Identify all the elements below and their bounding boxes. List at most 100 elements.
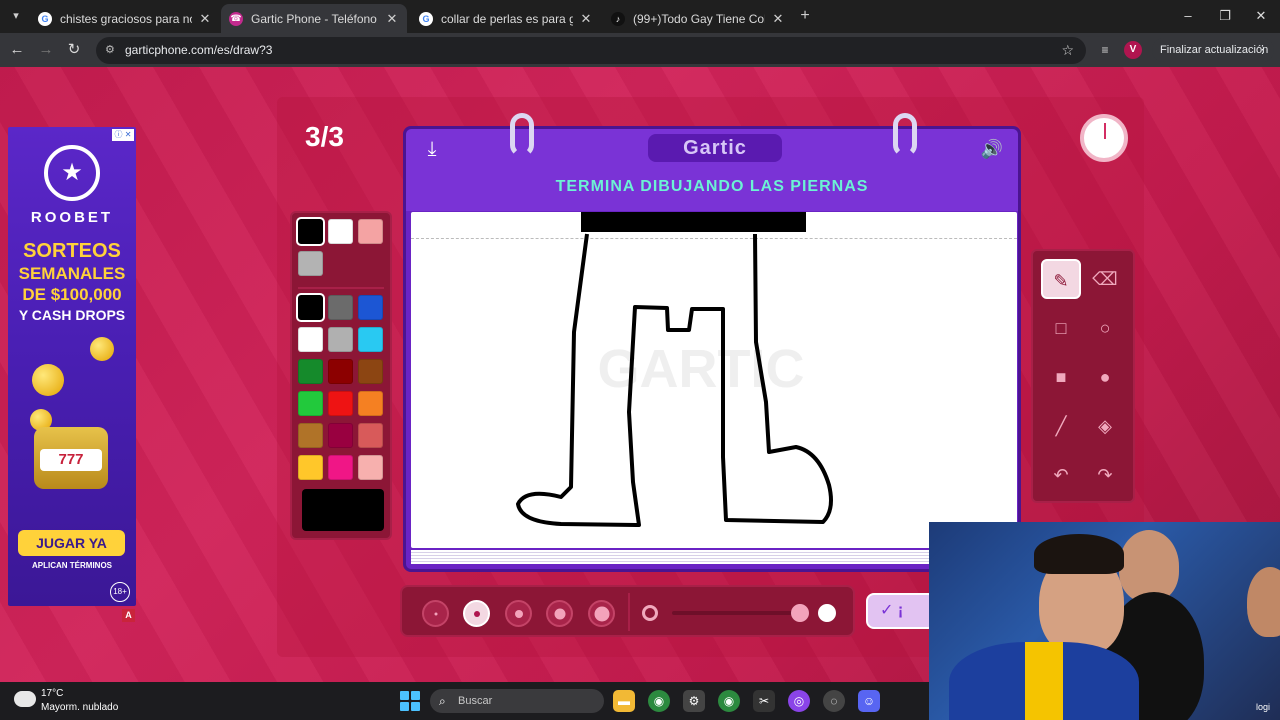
restore-icon[interactable]: ❐	[1210, 4, 1240, 28]
browser-toolbar: ← → ↻ ⚙ garticphone.com/es/draw?3 ☆ ≡ V …	[0, 33, 1280, 67]
menu-dots-icon[interactable]: ⋮	[1257, 38, 1268, 62]
color-swatch[interactable]	[358, 359, 383, 384]
square-fill-icon[interactable]: ■	[1041, 357, 1081, 397]
ad-cta-button[interactable]: JUGAR YA	[18, 530, 125, 556]
site-info-icon[interactable]: ⚙	[105, 37, 115, 64]
color-swatch[interactable]	[298, 423, 323, 448]
torso-stroke	[581, 212, 806, 232]
obs-icon[interactable]: ◎	[788, 690, 810, 712]
color-swatch[interactable]	[328, 455, 353, 480]
windows-start-icon[interactable]	[400, 691, 420, 711]
forward-icon[interactable]: →	[35, 39, 57, 61]
color-swatch[interactable]	[328, 423, 353, 448]
done-button[interactable]: ✓ ¡	[866, 593, 936, 629]
bucket-icon[interactable]: ◈	[1085, 406, 1125, 446]
redo-icon[interactable]: ↷	[1085, 455, 1125, 495]
notebook-header: ⤓ Gartic 🔊 TERMINA DIBUJANDO LAS PIERNAS	[406, 129, 1018, 211]
taskbar-search[interactable]: ⌕ Buscar	[430, 689, 604, 713]
color-swatch[interactable]	[328, 391, 353, 416]
undo-icon[interactable]: ↶	[1041, 455, 1081, 495]
ad-banner[interactable]: ⓘ ✕ ROOBET SORTEOS SEMANALES DE $100,000…	[8, 127, 136, 606]
color-swatch[interactable]	[328, 327, 353, 352]
color-swatch[interactable]	[358, 391, 383, 416]
address-bar[interactable]: ⚙ garticphone.com/es/draw?3 ☆	[96, 37, 1086, 64]
gartic-icon: ☎	[229, 11, 243, 26]
brush-size-1[interactable]	[422, 600, 449, 627]
chrome-icon[interactable]: ◉	[718, 690, 740, 712]
color-swatch[interactable]	[296, 217, 325, 246]
coin-icon	[32, 364, 64, 396]
tab-gartic[interactable]: ☎ Gartic Phone - Teléfono Descon ✕	[221, 4, 407, 33]
settings-icon[interactable]: ⚙	[683, 690, 705, 712]
color-swatch[interactable]	[358, 295, 383, 320]
color-swatch[interactable]	[358, 423, 383, 448]
close-tab-icon[interactable]: ✕	[198, 11, 212, 27]
discord-icon[interactable]: ☺	[858, 690, 880, 712]
ad-info-icon[interactable]: ⓘ ✕	[112, 129, 134, 141]
binder-ring-icon	[510, 113, 534, 157]
color-swatch[interactable]	[298, 391, 323, 416]
color-swatch[interactable]	[358, 327, 383, 352]
color-swatch[interactable]	[328, 219, 353, 244]
color-swatch[interactable]	[328, 359, 353, 384]
avatar[interactable]: V	[1124, 41, 1142, 59]
close-tab-icon[interactable]: ✕	[385, 11, 399, 27]
instruction-title: TERMINA DIBUJANDO LAS PIERNAS	[555, 178, 869, 195]
close-tab-icon[interactable]: ✕	[579, 11, 593, 27]
color-swatch[interactable]	[298, 455, 323, 480]
app-icon[interactable]: ◌	[823, 690, 845, 712]
brush-size-3[interactable]	[505, 600, 532, 627]
line-icon[interactable]: ╱	[1041, 406, 1081, 446]
capcut-icon[interactable]: ✂	[753, 690, 775, 712]
file-explorer-icon[interactable]: ▬	[613, 690, 635, 712]
circle-fill-icon[interactable]: ●	[1085, 357, 1125, 397]
tab-chistes[interactable]: G chistes graciosos para no parar ✕	[30, 4, 220, 33]
search-placeholder: Buscar	[458, 695, 493, 707]
color-swatch[interactable]	[358, 219, 383, 244]
download-icon[interactable]: ⤓	[420, 137, 444, 161]
color-swatch[interactable]	[358, 455, 383, 480]
ad-subline: Y CASH DROPS	[18, 307, 126, 323]
tab-search-chevron-icon[interactable]: ▾	[6, 6, 26, 26]
back-icon[interactable]: ←	[6, 39, 28, 61]
timer-icon	[1080, 114, 1128, 162]
sound-icon[interactable]: 🔊	[978, 137, 1006, 161]
opacity-slider-handle[interactable]	[791, 604, 809, 622]
minimize-icon[interactable]: –	[1173, 4, 1203, 28]
ad-choices-icon[interactable]: A	[122, 609, 135, 622]
square-outline-icon[interactable]: □	[1041, 308, 1081, 348]
ad-headline: SEMANALES	[18, 264, 126, 283]
tab-title: Gartic Phone - Teléfono Descon	[251, 11, 379, 26]
color-swatch[interactable]	[298, 327, 323, 352]
color-swatch[interactable]	[298, 359, 323, 384]
bookmark-star-icon[interactable]: ☆	[1061, 37, 1074, 64]
coin-icon	[90, 337, 114, 361]
circle-outline-icon[interactable]: ○	[1085, 308, 1125, 348]
opacity-max-icon	[818, 604, 836, 622]
tab-tiktok[interactable]: ♪ (99+)Todo Gay Tiene Collar De ✕	[603, 4, 793, 33]
color-swatch[interactable]	[298, 251, 323, 276]
divider	[628, 593, 630, 631]
ad-brand: ROOBET	[30, 209, 114, 226]
eraser-icon[interactable]: ⌫	[1085, 259, 1125, 299]
drawing-notebook: ⤓ Gartic 🔊 TERMINA DIBUJANDO LAS PIERNAS…	[403, 113, 1021, 572]
color-swatch[interactable]	[328, 295, 353, 320]
brush-size-4[interactable]	[546, 600, 573, 627]
update-button[interactable]: Finalizar actualización ⋮	[1152, 38, 1274, 62]
opacity-slider[interactable]	[672, 611, 802, 615]
pencil-icon[interactable]: ✎	[1041, 259, 1081, 299]
drawing-strokes: GARTIC	[516, 212, 833, 527]
webcam-overlay: logi	[929, 522, 1280, 720]
close-tab-icon[interactable]: ✕	[771, 11, 785, 27]
ad-terms: APLICAN TÉRMINOS	[32, 561, 112, 570]
reload-icon[interactable]: ↻	[63, 39, 85, 61]
brush-size-2[interactable]	[463, 600, 490, 627]
tab-collar[interactable]: G collar de perlas es para gays no ✕	[411, 4, 601, 33]
drawing-canvas[interactable]: GARTIC	[411, 212, 1017, 548]
close-window-icon[interactable]: ✕	[1246, 4, 1276, 28]
chrome-icon[interactable]: ◉	[648, 690, 670, 712]
color-swatch[interactable]	[296, 293, 325, 322]
brush-size-5[interactable]	[588, 600, 615, 627]
media-controls-icon[interactable]: ≡	[1096, 41, 1114, 59]
new-tab-icon[interactable]: +	[796, 6, 814, 26]
